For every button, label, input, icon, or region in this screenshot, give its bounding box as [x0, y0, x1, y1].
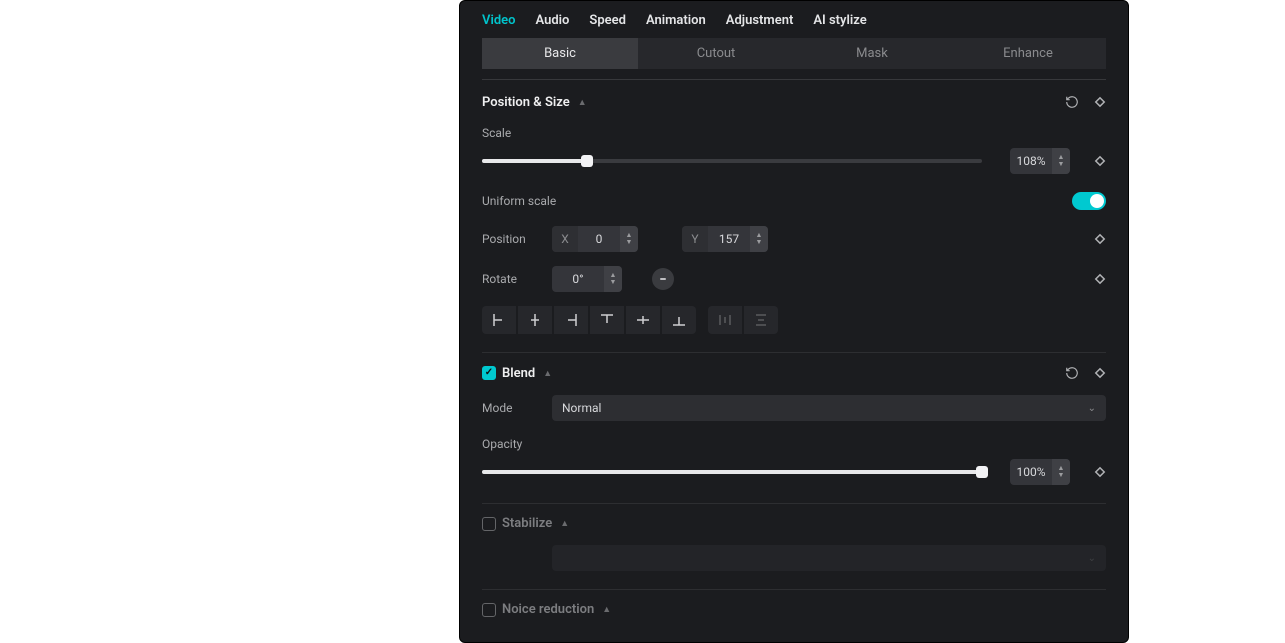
- tab-animation[interactable]: Animation: [646, 13, 706, 28]
- keyframe-icon[interactable]: [1094, 367, 1106, 379]
- align-bottom-icon[interactable]: [662, 306, 696, 334]
- reset-icon[interactable]: [1064, 365, 1080, 381]
- subtab-basic[interactable]: Basic: [482, 38, 638, 69]
- subtab-mask[interactable]: Mask: [794, 38, 950, 69]
- sub-tabs: Basic Cutout Mask Enhance: [482, 38, 1106, 69]
- position-x-value: 0: [578, 232, 620, 246]
- scale-slider-thumb[interactable]: [581, 155, 593, 167]
- dash-icon: [660, 278, 666, 280]
- alignment-toolbar: [482, 306, 1106, 334]
- subtab-enhance[interactable]: Enhance: [950, 38, 1106, 69]
- blend-checkbox[interactable]: [482, 366, 496, 380]
- stabilize-title-text: Stabilize: [502, 516, 552, 531]
- align-center-v-icon[interactable]: [626, 306, 660, 334]
- section-header: Position & Size ▲: [482, 94, 1106, 110]
- tab-ai-stylize[interactable]: AI stylize: [813, 13, 866, 28]
- rotate-origin-button[interactable]: [652, 268, 674, 290]
- keyframe-opacity-icon[interactable]: [1094, 466, 1106, 478]
- chevron-up-icon: ▲: [543, 368, 552, 379]
- stepper-icon[interactable]: ▲▼: [1052, 148, 1070, 174]
- opacity-label: Opacity: [482, 437, 522, 451]
- tab-speed[interactable]: Speed: [589, 13, 626, 28]
- opacity-value: 100%: [1010, 465, 1052, 479]
- reset-icon[interactable]: [1064, 94, 1080, 110]
- section-title-stabilize[interactable]: Stabilize ▲: [482, 516, 569, 531]
- tab-adjustment[interactable]: Adjustment: [726, 13, 794, 28]
- tab-video[interactable]: Video: [482, 13, 516, 28]
- section-stabilize: Stabilize ▲ ⌄: [460, 504, 1128, 590]
- scale-value-input[interactable]: 108% ▲▼: [1010, 148, 1070, 174]
- keyframe-rotate-icon[interactable]: [1094, 273, 1106, 285]
- noise-title-text: Noice reduction: [502, 602, 594, 617]
- main-tabs: Video Audio Speed Animation Adjustment A…: [460, 1, 1128, 38]
- blend-mode-select[interactable]: Normal ⌄: [552, 395, 1106, 421]
- distribute-v-icon[interactable]: [744, 306, 778, 334]
- subtab-cutout[interactable]: Cutout: [638, 38, 794, 69]
- section-title-position-size[interactable]: Position & Size ▲: [482, 95, 587, 110]
- opacity-value-input[interactable]: 100% ▲▼: [1010, 459, 1070, 485]
- stepper-icon[interactable]: ▲▼: [620, 226, 638, 252]
- chevron-up-icon: ▲: [560, 518, 569, 529]
- stabilize-checkbox[interactable]: [482, 517, 496, 531]
- title-text: Position & Size: [482, 95, 570, 110]
- position-label: Position: [482, 232, 542, 246]
- position-y-value: 157: [708, 232, 750, 246]
- rotate-input[interactable]: 0° ▲▼: [552, 266, 622, 292]
- chevron-down-icon: ⌄: [1088, 403, 1096, 414]
- position-x-input[interactable]: X 0 ▲▼: [552, 226, 638, 252]
- chevron-up-icon: ▲: [602, 604, 611, 615]
- stepper-icon[interactable]: ▲▼: [750, 226, 768, 252]
- opacity-slider[interactable]: [482, 470, 982, 474]
- section-blend: Blend ▲ Mode Normal ⌄ Opacity: [460, 353, 1128, 504]
- position-y-input[interactable]: Y 157 ▲▼: [682, 226, 768, 252]
- section-position-size: Position & Size ▲ Scale 108%: [460, 80, 1128, 353]
- scale-slider-fill: [482, 159, 587, 163]
- distribute-h-icon[interactable]: [708, 306, 742, 334]
- uniform-scale-label: Uniform scale: [482, 194, 556, 208]
- chevron-up-icon: ▲: [578, 97, 587, 108]
- section-title-noise[interactable]: Noice reduction ▲: [482, 602, 611, 617]
- tab-audio[interactable]: Audio: [536, 13, 570, 28]
- stepper-icon[interactable]: ▲▼: [1052, 459, 1070, 485]
- keyframe-position-icon[interactable]: [1094, 233, 1106, 245]
- x-label: X: [552, 226, 578, 252]
- stepper-icon[interactable]: ▲▼: [604, 266, 622, 292]
- align-right-icon[interactable]: [554, 306, 588, 334]
- section-title-blend[interactable]: Blend ▲: [482, 366, 552, 381]
- video-properties-panel: Video Audio Speed Animation Adjustment A…: [459, 0, 1129, 643]
- chevron-down-icon: ⌄: [1088, 553, 1096, 564]
- opacity-slider-thumb[interactable]: [976, 466, 988, 478]
- align-top-icon[interactable]: [590, 306, 624, 334]
- uniform-scale-toggle[interactable]: [1072, 192, 1106, 210]
- align-center-h-icon[interactable]: [518, 306, 552, 334]
- rotate-label: Rotate: [482, 272, 542, 286]
- blend-title-text: Blend: [502, 366, 535, 381]
- section-noise-reduction: Noice reduction ▲: [460, 590, 1128, 625]
- mode-label: Mode: [482, 401, 542, 415]
- opacity-slider-fill: [482, 470, 982, 474]
- noise-checkbox[interactable]: [482, 603, 496, 617]
- keyframe-scale-icon[interactable]: [1094, 155, 1106, 167]
- align-left-icon[interactable]: [482, 306, 516, 334]
- scale-slider[interactable]: [482, 159, 982, 163]
- rotate-value: 0°: [552, 272, 604, 286]
- keyframe-icon[interactable]: [1094, 96, 1106, 108]
- y-label: Y: [682, 226, 708, 252]
- scale-value: 108%: [1010, 154, 1052, 168]
- stabilize-select: ⌄: [552, 545, 1106, 571]
- scale-label: Scale: [482, 126, 511, 140]
- blend-mode-value: Normal: [562, 401, 601, 415]
